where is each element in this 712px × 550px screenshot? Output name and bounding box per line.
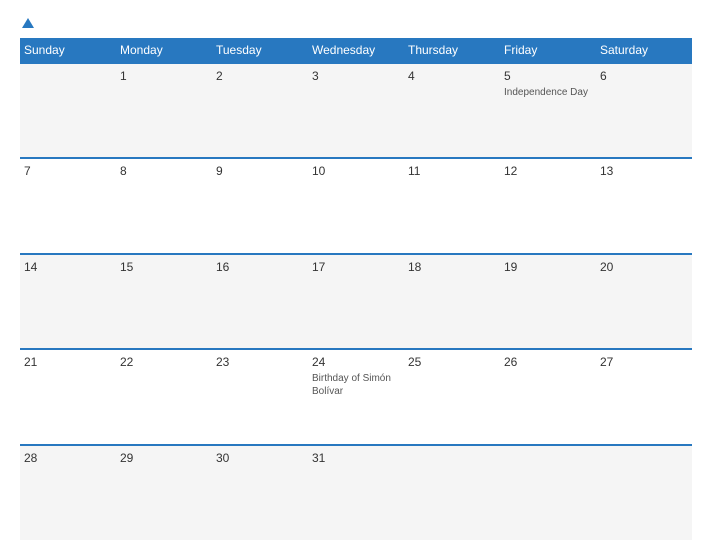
weekday-header-thursday: Thursday: [404, 38, 500, 63]
calendar-cell: 13: [596, 158, 692, 253]
day-number: 3: [312, 69, 400, 83]
day-number: 7: [24, 164, 112, 178]
logo-triangle-icon: [22, 18, 34, 28]
calendar-cell: [404, 445, 500, 540]
calendar-cell: 19: [500, 254, 596, 349]
day-number: 22: [120, 355, 208, 369]
calendar-cell: 31: [308, 445, 404, 540]
calendar-cell: 4: [404, 63, 500, 158]
calendar-cell: [596, 445, 692, 540]
weekday-header-saturday: Saturday: [596, 38, 692, 63]
day-number: 21: [24, 355, 112, 369]
calendar-week-row: 14 15 16 17 18 19 20: [20, 254, 692, 349]
day-number: 27: [600, 355, 688, 369]
header: [20, 18, 692, 28]
weekday-header-row: SundayMondayTuesdayWednesdayThursdayFrid…: [20, 38, 692, 63]
weekday-header-tuesday: Tuesday: [212, 38, 308, 63]
day-number: 12: [504, 164, 592, 178]
calendar-week-row: 12345 Independence Day 6: [20, 63, 692, 158]
weekday-header-sunday: Sunday: [20, 38, 116, 63]
day-number: 23: [216, 355, 304, 369]
day-number: 6: [600, 69, 688, 83]
day-number: 8: [120, 164, 208, 178]
day-number: 26: [504, 355, 592, 369]
day-number: 18: [408, 260, 496, 274]
day-number: 29: [120, 451, 208, 465]
calendar-cell: 24 Birthday of Simón Bolívar: [308, 349, 404, 444]
calendar-page: SundayMondayTuesdayWednesdayThursdayFrid…: [0, 0, 712, 550]
day-number: 25: [408, 355, 496, 369]
calendar-cell: 27: [596, 349, 692, 444]
day-number: 11: [408, 164, 496, 178]
calendar-cell: 14: [20, 254, 116, 349]
calendar-cell: 2: [212, 63, 308, 158]
logo: [20, 18, 34, 28]
day-number: 17: [312, 260, 400, 274]
day-number: 10: [312, 164, 400, 178]
day-number: 15: [120, 260, 208, 274]
logo-blue-text: [20, 18, 34, 28]
calendar-cell: 9: [212, 158, 308, 253]
calendar-cell: 28: [20, 445, 116, 540]
weekday-header-monday: Monday: [116, 38, 212, 63]
calendar-week-row: 21 22 23 24 Birthday of Simón Bolívar 25 26 27: [20, 349, 692, 444]
calendar-cell: [20, 63, 116, 158]
day-number: 5: [504, 69, 592, 83]
calendar-cell: 11: [404, 158, 500, 253]
day-number: 4: [408, 69, 496, 83]
calendar-cell: 16: [212, 254, 308, 349]
calendar-cell: 10: [308, 158, 404, 253]
calendar-table: SundayMondayTuesdayWednesdayThursdayFrid…: [20, 38, 692, 540]
calendar-cell: 30: [212, 445, 308, 540]
calendar-cell: 23: [212, 349, 308, 444]
calendar-cell: 3: [308, 63, 404, 158]
calendar-cell: 22: [116, 349, 212, 444]
calendar-cell: 6: [596, 63, 692, 158]
calendar-cell: 15: [116, 254, 212, 349]
day-number: 2: [216, 69, 304, 83]
calendar-cell: 25: [404, 349, 500, 444]
calendar-cell: 7: [20, 158, 116, 253]
calendar-week-row: 789 10 11 12 13: [20, 158, 692, 253]
calendar-week-row: 28 29 30 31: [20, 445, 692, 540]
calendar-cell: [500, 445, 596, 540]
calendar-cell: 8: [116, 158, 212, 253]
day-number: 13: [600, 164, 688, 178]
calendar-cell: 5 Independence Day: [500, 63, 596, 158]
calendar-cell: 21: [20, 349, 116, 444]
day-number: 16: [216, 260, 304, 274]
calendar-cell: 1: [116, 63, 212, 158]
weekday-header-wednesday: Wednesday: [308, 38, 404, 63]
day-number: 1: [120, 69, 208, 83]
day-number: 9: [216, 164, 304, 178]
calendar-cell: 17: [308, 254, 404, 349]
event-name: Birthday of Simón Bolívar: [312, 372, 400, 398]
day-number: 19: [504, 260, 592, 274]
day-number: 14: [24, 260, 112, 274]
day-number: 24: [312, 355, 400, 369]
calendar-cell: 18: [404, 254, 500, 349]
day-number: 20: [600, 260, 688, 274]
day-number: 28: [24, 451, 112, 465]
day-number: 31: [312, 451, 400, 465]
day-number: 30: [216, 451, 304, 465]
calendar-cell: 26: [500, 349, 596, 444]
weekday-header-friday: Friday: [500, 38, 596, 63]
calendar-cell: 29: [116, 445, 212, 540]
event-name: Independence Day: [504, 86, 592, 99]
calendar-cell: 12: [500, 158, 596, 253]
calendar-cell: 20: [596, 254, 692, 349]
